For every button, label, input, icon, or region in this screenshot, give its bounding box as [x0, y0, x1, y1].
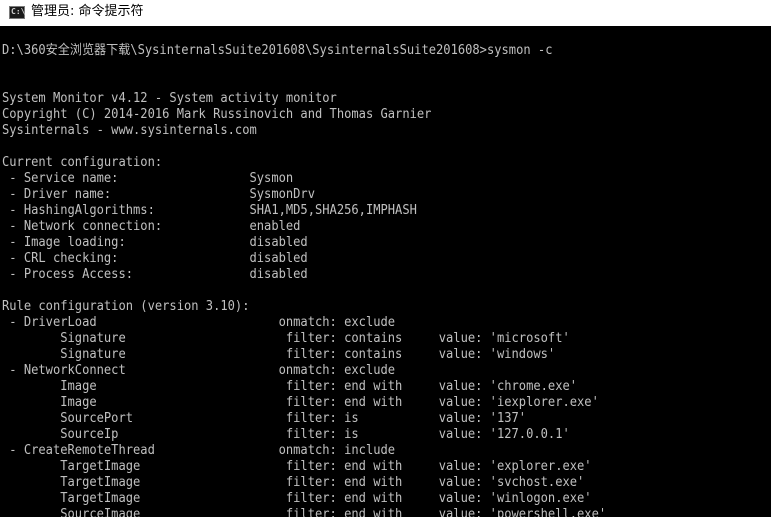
console-line: Current configuration:: [2, 155, 163, 170]
console-line: SourceImage filter: end with value: 'pow…: [2, 507, 607, 517]
console-line: Image filter: end with value: 'iexplorer…: [2, 395, 599, 410]
console-line: System Monitor v4.12 - System activity m…: [2, 91, 337, 106]
console-output[interactable]: D:\360安全浏览器下载\SysinternalsSuite201608\Sy…: [0, 26, 771, 517]
console-line: - NetworkConnect onmatch: exclude: [2, 363, 396, 378]
console-line: - Driver name: SysmonDrv: [2, 187, 315, 202]
console-line: TargetImage filter: end with value: 'exp…: [2, 459, 592, 474]
cmd-icon: C:\: [9, 6, 25, 19]
console-line: D:\360安全浏览器下载\SysinternalsSuite201608\Sy…: [2, 43, 553, 58]
console-line: Rule configuration (version 3.10):: [2, 299, 250, 314]
window-title: 管理员: 命令提示符: [31, 4, 144, 19]
console-line: SourcePort filter: is value: '137': [2, 411, 527, 426]
console-line: TargetImage filter: end with value: 'win…: [2, 491, 592, 506]
console-line: Copyright (C) 2014-2016 Mark Russinovich…: [2, 107, 432, 122]
console-line: - Network connection: enabled: [2, 219, 301, 234]
console-line: - DriverLoad onmatch: exclude: [2, 315, 396, 330]
console-line: Signature filter: contains value: 'windo…: [2, 347, 556, 362]
console-line: - CRL checking: disabled: [2, 251, 308, 266]
console-line: - Service name: Sysmon: [2, 171, 294, 186]
console-line: - CreateRemoteThread onmatch: include: [2, 443, 396, 458]
command-prompt-window: C:\ 管理员: 命令提示符 D:\360安全浏览器下载\Sysinternal…: [0, 0, 771, 517]
console-line: SourceIp filter: is value: '127.0.0.1': [2, 427, 570, 442]
console-line: Signature filter: contains value: 'micro…: [2, 331, 570, 346]
console-lines: D:\360安全浏览器下载\SysinternalsSuite201608\Sy…: [2, 43, 652, 517]
console-line: TargetImage filter: end with value: 'svc…: [2, 475, 585, 490]
console-line: - Image loading: disabled: [2, 235, 308, 250]
console-line: - Process Access: disabled: [2, 267, 308, 282]
console-line: Sysinternals - www.sysinternals.com: [2, 123, 257, 138]
console-line: - HashingAlgorithms: SHA1,MD5,SHA256,IMP…: [2, 203, 417, 218]
console-line: Image filter: end with value: 'chrome.ex…: [2, 379, 578, 394]
title-bar[interactable]: C:\ 管理员: 命令提示符: [0, 0, 771, 26]
